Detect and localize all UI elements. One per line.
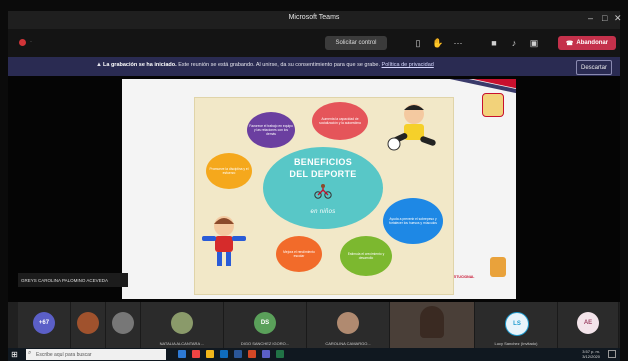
center-title-circle: BENEFICIOS DEL DEPORTE en niños bbox=[263, 147, 383, 229]
participant-name: NATALIA ALCANTARA ... bbox=[159, 341, 205, 346]
cyclist-icon bbox=[313, 183, 333, 199]
warning-icon: ▲ bbox=[96, 62, 102, 68]
benefit-bubble: Mejora el rendimiento escolar bbox=[276, 236, 322, 272]
avatar bbox=[112, 312, 134, 334]
institution-logo bbox=[482, 93, 504, 117]
participant-tile[interactable] bbox=[106, 302, 141, 348]
word-icon[interactable] bbox=[234, 350, 242, 358]
participant-name: CAROLINA CAMARGO... bbox=[325, 341, 371, 346]
banner-lead: La grabación se ha iniciado. bbox=[103, 62, 177, 68]
windows-start-icon[interactable]: ⊞ bbox=[10, 350, 19, 359]
recording-banner: ▲ La grabación se ha iniciado. Este reun… bbox=[8, 57, 620, 76]
privacy-policy-link[interactable]: Política de privacidad bbox=[382, 62, 434, 68]
participants-strip: +67 NATALIA ALCANTARA ... DS DIGO SANCHE… bbox=[8, 302, 620, 348]
system-clock[interactable]: 3:57 p. m. 3/12/2020 bbox=[582, 349, 600, 359]
banner-text: Este reunión se está grabando. Al unirse… bbox=[176, 62, 380, 68]
participant-tile[interactable] bbox=[71, 302, 106, 348]
leave-button[interactable]: ☎ Abandonar bbox=[558, 36, 616, 50]
participant-tile[interactable]: NATALIA ALCANTARA ... bbox=[141, 302, 224, 348]
chrome-icon[interactable] bbox=[192, 350, 200, 358]
request-control-button[interactable]: Solicitar control bbox=[325, 36, 387, 50]
slide-title-line1: BENEFICIOS bbox=[293, 157, 352, 167]
powerpoint-icon[interactable] bbox=[248, 350, 256, 358]
meeting-toolbar: · Solicitar control ▯ ✋ ⋯ ■ ♪ ▣ ☎ Abando… bbox=[8, 29, 620, 57]
participant-tile[interactable]: DS DIGO SANCHEZ IGORO... bbox=[224, 302, 307, 348]
avatar: LS bbox=[505, 312, 529, 336]
avatar: AE bbox=[577, 312, 599, 334]
maximize-button[interactable]: □ bbox=[602, 13, 607, 23]
mascot-icon bbox=[490, 257, 506, 277]
task-view-icon[interactable] bbox=[178, 350, 186, 358]
avatar bbox=[171, 312, 193, 334]
title-bar: Microsoft Teams – □ ✕ bbox=[8, 11, 622, 29]
clock-date: 3/12/2020 bbox=[582, 354, 600, 359]
windows-taskbar: ⊞ ⌕ Escribe aquí para buscar 3:57 p. m. … bbox=[8, 348, 620, 361]
search-icon: ⌕ bbox=[28, 350, 32, 356]
participant-video bbox=[420, 306, 444, 338]
avatar bbox=[77, 312, 99, 334]
avatar: +67 bbox=[33, 312, 55, 334]
taskbar-search-placeholder: Escribe aquí para buscar bbox=[36, 351, 92, 358]
slide-subtitle: en niños bbox=[310, 209, 336, 215]
minimize-button[interactable]: – bbox=[588, 13, 593, 23]
participant-video-tile[interactable] bbox=[390, 302, 475, 348]
phone-hangup-icon: ☎ bbox=[565, 40, 574, 47]
camera-icon[interactable]: ■ bbox=[488, 37, 500, 49]
boy-character-illustration bbox=[384, 100, 440, 160]
more-options-icon[interactable]: ⋯ bbox=[452, 37, 464, 49]
file-explorer-icon[interactable] bbox=[206, 350, 214, 358]
banner-message: La grabación se ha iniciado. Este reunió… bbox=[103, 62, 434, 68]
notification-icon[interactable] bbox=[608, 350, 616, 358]
avatar: DS bbox=[254, 312, 276, 334]
window-title: Microsoft Teams bbox=[288, 14, 340, 21]
phone-icon[interactable]: ▯ bbox=[412, 37, 424, 49]
girl-character-illustration bbox=[200, 212, 248, 268]
benefit-bubble: Aumenta la capacidad de socialización y … bbox=[312, 102, 368, 140]
meeting-timer: · bbox=[30, 39, 32, 45]
avatar bbox=[337, 312, 359, 334]
leave-label: Abandonar bbox=[576, 40, 609, 46]
benefit-bubble: Ayuda a prevenir el sobrepeso y fortalec… bbox=[383, 198, 443, 244]
presenter-name: GREYS CAROLINA PALOMINO ACEVEDA bbox=[18, 273, 128, 287]
participant-tile[interactable]: +67 bbox=[18, 302, 71, 348]
benefit-bubble: Estimula el crecimiento y desarrollo bbox=[340, 236, 392, 276]
slide-title-line2: DEL DEPORTE bbox=[289, 169, 357, 179]
participant-name: DIGO SANCHEZ IGORO... bbox=[240, 341, 290, 346]
participant-tile[interactable]: AE bbox=[558, 302, 619, 348]
raise-hand-icon[interactable]: ✋ bbox=[432, 37, 444, 49]
recording-indicator-icon bbox=[19, 39, 26, 46]
participant-tile[interactable]: LS Lucy Sanchez (Invitado) bbox=[475, 302, 558, 348]
benefit-bubble: Promueve la disciplina y el esfuerzo bbox=[206, 153, 252, 189]
share-screen-icon[interactable]: ▣ bbox=[528, 37, 540, 49]
microphone-icon[interactable]: ♪ bbox=[508, 37, 520, 49]
dismiss-button[interactable]: Descartar bbox=[576, 60, 612, 75]
benefit-bubble: Favorece el trabajo en equipo y las rela… bbox=[247, 112, 295, 148]
participant-tile[interactable]: CAROLINA CAMARGO... bbox=[307, 302, 390, 348]
edge-icon[interactable] bbox=[220, 350, 228, 358]
teams-icon[interactable] bbox=[262, 350, 270, 358]
taskbar-search-input[interactable]: ⌕ Escribe aquí para buscar bbox=[26, 349, 166, 360]
close-button[interactable]: ✕ bbox=[614, 13, 622, 24]
excel-icon[interactable] bbox=[276, 350, 284, 358]
participant-name: Lucy Sanchez (Invitado) bbox=[494, 341, 538, 346]
